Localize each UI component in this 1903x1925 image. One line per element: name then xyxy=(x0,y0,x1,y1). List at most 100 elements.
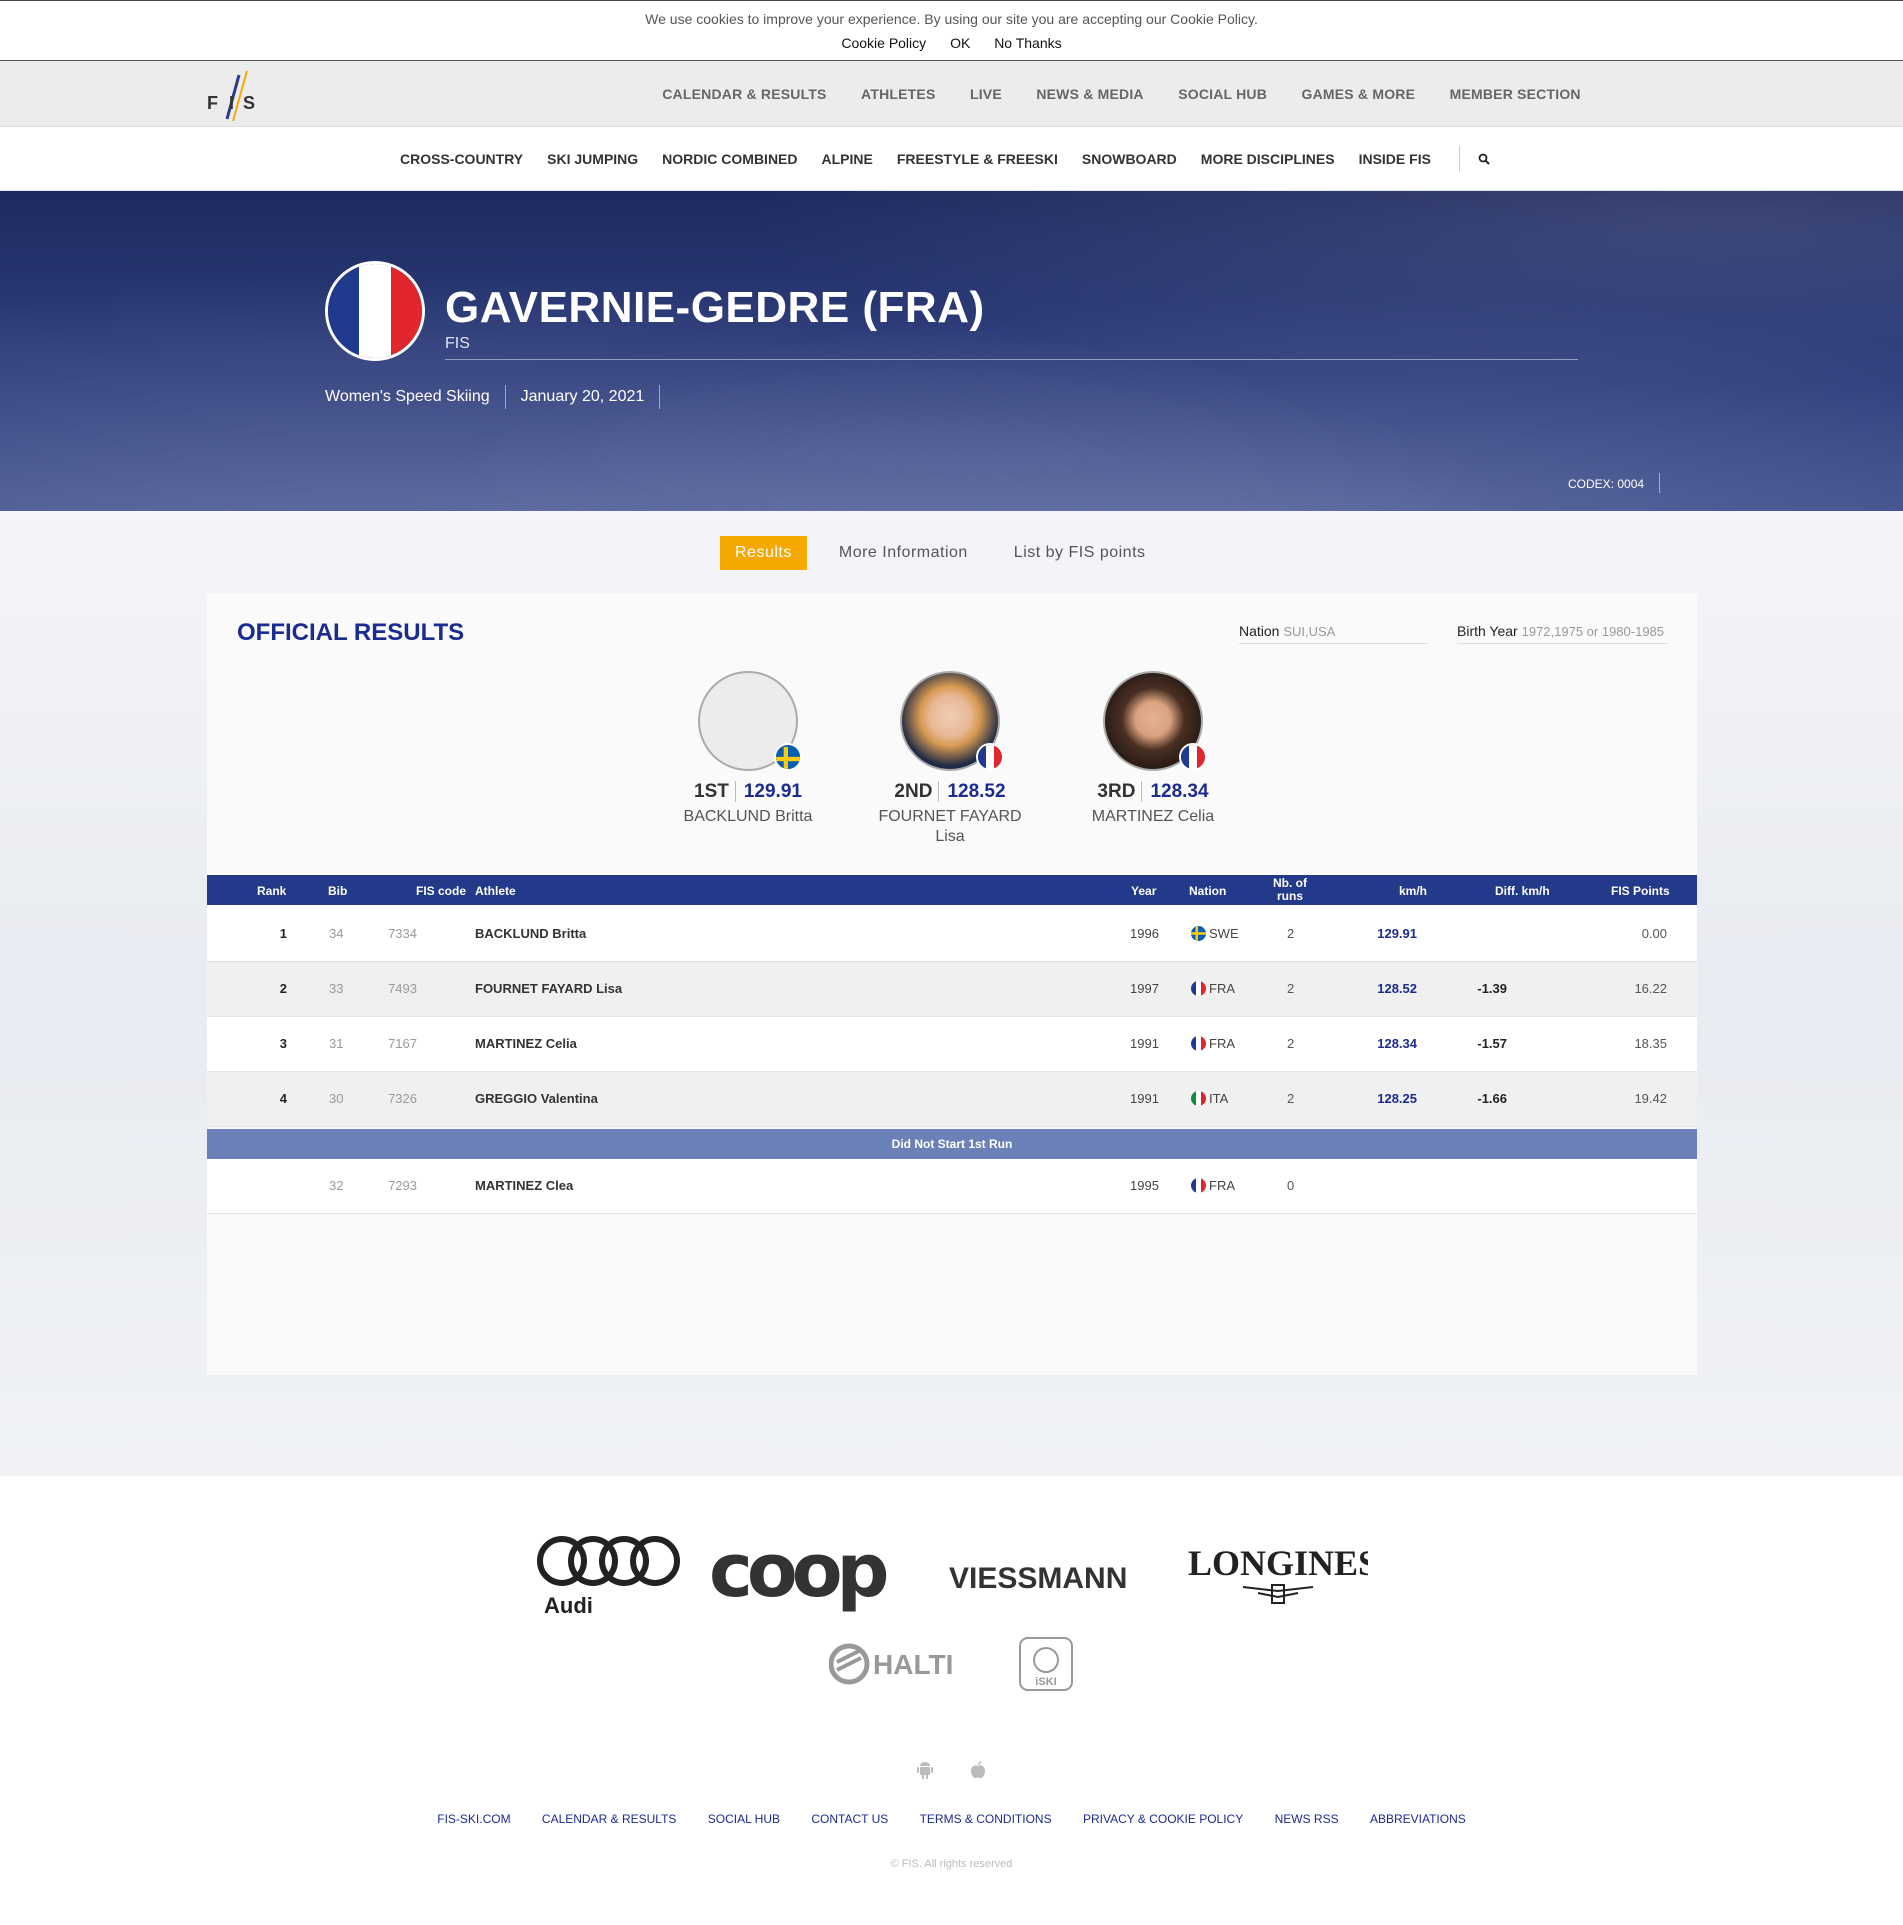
subnav-alpine[interactable]: ALPINE xyxy=(822,151,873,167)
event-date: January 20, 2021 xyxy=(520,388,645,405)
iski-logo[interactable]: iSKI xyxy=(1018,1636,1074,1697)
row-athlete[interactable]: GREGGIO Valentina xyxy=(475,1091,598,1106)
sponsor-label: Audi xyxy=(544,1593,593,1618)
row-athlete[interactable]: FOURNET FAYARD Lisa xyxy=(475,981,622,996)
table-row[interactable]: 32 7293 MARTINEZ Clea 1995 FRA 0 xyxy=(207,1159,1697,1214)
row-runs: 2 xyxy=(1287,981,1295,996)
tab-more-information[interactable]: More Information xyxy=(839,544,968,562)
footer-link-calendar-results[interactable]: CALENDAR & RESULTS xyxy=(542,1812,676,1826)
row-athlete[interactable]: BACKLUND Britta xyxy=(475,926,586,941)
table-row[interactable]: 1 34 7334 BACKLUND Britta 1996 SWE 2 129… xyxy=(207,907,1697,962)
row-athlete[interactable]: MARTINEZ Clea xyxy=(475,1178,573,1193)
row-bib: 30 xyxy=(329,1091,344,1106)
subnav-snowboard[interactable]: SNOWBOARD xyxy=(1082,151,1177,167)
footer-link-terms[interactable]: TERMS & CONDITIONS xyxy=(920,1812,1052,1826)
cookie-policy-link[interactable]: Cookie Policy xyxy=(841,35,926,51)
hero-divider xyxy=(445,359,1578,360)
col-athlete[interactable]: Athlete xyxy=(475,884,516,898)
event-title: GAVERNIE-GEDRE (FRA) xyxy=(445,283,985,332)
row-runs: 2 xyxy=(1287,1091,1295,1106)
apple-icon[interactable] xyxy=(970,1761,986,1783)
subnav-cross-country[interactable]: CROSS-COUNTRY xyxy=(400,151,523,167)
col-year[interactable]: Year xyxy=(1131,884,1156,898)
subnav-more-disciplines[interactable]: MORE DISCIPLINES xyxy=(1201,151,1335,167)
italy-flag-icon xyxy=(1191,1091,1206,1106)
tab-list-by-fis-points[interactable]: List by FIS points xyxy=(1014,544,1146,562)
footer-link-social-hub[interactable]: SOCIAL HUB xyxy=(708,1812,780,1826)
podium-athlete-name: MARTINEZ Celia xyxy=(1091,808,1215,825)
subnav-nordic-combined[interactable]: NORDIC COMBINED xyxy=(662,151,797,167)
subnav-ski-jumping[interactable]: SKI JUMPING xyxy=(547,151,638,167)
row-year: 1997 xyxy=(1130,981,1159,996)
coop-logo[interactable]: coop xyxy=(709,1528,924,1621)
footer-link-contact-us[interactable]: CONTACT US xyxy=(811,1812,888,1826)
nav-athletes[interactable]: ATHLETES xyxy=(861,61,935,127)
cookie-banner: We use cookies to improve your experienc… xyxy=(0,0,1903,61)
viessmann-logo[interactable]: VIESSMANN xyxy=(949,1546,1164,1611)
row-kmh: 129.91 xyxy=(1377,926,1417,941)
row-rank: 3 xyxy=(279,1036,287,1051)
podium-first[interactable]: 1ST 129.91 BACKLUND Britta xyxy=(668,671,828,827)
podium-speed: 129.91 xyxy=(734,781,802,802)
discipline-navigation: CROSS-COUNTRY SKI JUMPING NORDIC COMBINE… xyxy=(0,127,1903,191)
row-fis-points: 0.00 xyxy=(1641,926,1667,941)
france-flag-icon xyxy=(1191,1178,1206,1193)
row-year: 1995 xyxy=(1130,1178,1159,1193)
col-nation[interactable]: Nation xyxy=(1189,884,1226,898)
sponsor-label: iSKI xyxy=(1036,1676,1057,1688)
search-icon[interactable] xyxy=(1478,153,1490,165)
row-runs: 0 xyxy=(1287,1178,1295,1193)
col-runs[interactable]: Nb. of runs xyxy=(1267,877,1313,903)
row-nation: FRA xyxy=(1191,981,1235,996)
birth-year-filter-input[interactable]: Birth Year 1972,1975 or 1980-1985 xyxy=(1457,623,1667,644)
row-fis-points: 16.22 xyxy=(1634,981,1667,996)
table-row[interactable]: 3 31 7167 MARTINEZ Celia 1991 FRA 2 128.… xyxy=(207,1017,1697,1072)
footer-link-news-rss[interactable]: NEWS RSS xyxy=(1275,1812,1339,1826)
meta-divider xyxy=(504,385,506,409)
podium-rank: 3RD xyxy=(1097,781,1136,802)
cookie-no-thanks-button[interactable]: No Thanks xyxy=(994,35,1061,51)
nav-live[interactable]: LIVE xyxy=(970,61,1002,127)
sponsor-label: LONGINES xyxy=(1188,1543,1368,1583)
podium-third[interactable]: 3RD 128.34 MARTINEZ Celia xyxy=(1073,671,1233,827)
col-kmh[interactable]: km/h xyxy=(1399,884,1427,898)
footer-link-fis-ski[interactable]: FIS-SKI.COM xyxy=(437,1812,510,1826)
sponsor-label: HALTI xyxy=(873,1649,953,1680)
row-bib: 33 xyxy=(329,981,344,996)
podium-athlete-name: FOURNET FAYARD Lisa xyxy=(878,808,1022,845)
row-fis-code: 7334 xyxy=(388,926,417,941)
row-athlete[interactable]: MARTINEZ Celia xyxy=(475,1036,577,1051)
footer-link-privacy[interactable]: PRIVACY & COOKIE POLICY xyxy=(1083,1812,1243,1826)
nation-filter-input[interactable]: Nation SUI,USA xyxy=(1239,623,1427,644)
subnav-inside-fis[interactable]: INSIDE FIS xyxy=(1359,151,1431,167)
subnav-freestyle-freeski[interactable]: FREESTYLE & FREESKI xyxy=(897,151,1058,167)
nav-social-hub[interactable]: SOCIAL HUB xyxy=(1178,61,1267,127)
cookie-ok-button[interactable]: OK xyxy=(950,35,970,51)
table-row[interactable]: 4 30 7326 GREGGIO Valentina 1991 ITA 2 1… xyxy=(207,1072,1697,1127)
tab-results[interactable]: Results xyxy=(720,536,807,570)
nav-calendar-results[interactable]: CALENDAR & RESULTS xyxy=(662,61,826,127)
row-year: 1991 xyxy=(1130,1091,1159,1106)
col-bib[interactable]: Bib xyxy=(328,884,347,898)
footer-link-abbreviations[interactable]: ABBREVIATIONS xyxy=(1370,1812,1466,1826)
table-row[interactable]: 2 33 7493 FOURNET FAYARD Lisa 1997 FRA 2… xyxy=(207,962,1697,1017)
android-icon[interactable] xyxy=(917,1762,937,1783)
nation-filter-placeholder: SUI,USA xyxy=(1283,624,1336,639)
nav-games-more[interactable]: GAMES & MORE xyxy=(1302,61,1416,127)
col-fis-points[interactable]: FIS Points xyxy=(1611,884,1670,898)
longines-logo[interactable]: LONGINES xyxy=(1188,1541,1378,1616)
sponsor-label: coop xyxy=(709,1536,887,1614)
col-fis-code[interactable]: FIS code xyxy=(416,884,466,898)
audi-logo[interactable]: Audi xyxy=(535,1531,685,1626)
event-codex: CODEX: 0004 xyxy=(1568,477,1645,491)
podium-second[interactable]: 2ND 128.52 FOURNET FAYARD Lisa xyxy=(870,671,1030,847)
halti-logo[interactable]: HALTI xyxy=(828,1636,954,1697)
row-nation-code: SWE xyxy=(1209,926,1239,941)
france-flag-icon xyxy=(1179,743,1207,771)
col-rank[interactable]: Rank xyxy=(257,884,286,898)
nav-news-media[interactable]: NEWS & MEDIA xyxy=(1036,61,1143,127)
france-flag-icon xyxy=(976,743,1004,771)
col-diff[interactable]: Diff. km/h xyxy=(1495,884,1550,898)
nav-member-section[interactable]: MEMBER SECTION xyxy=(1450,61,1581,127)
podium-rank: 1ST xyxy=(694,781,729,802)
